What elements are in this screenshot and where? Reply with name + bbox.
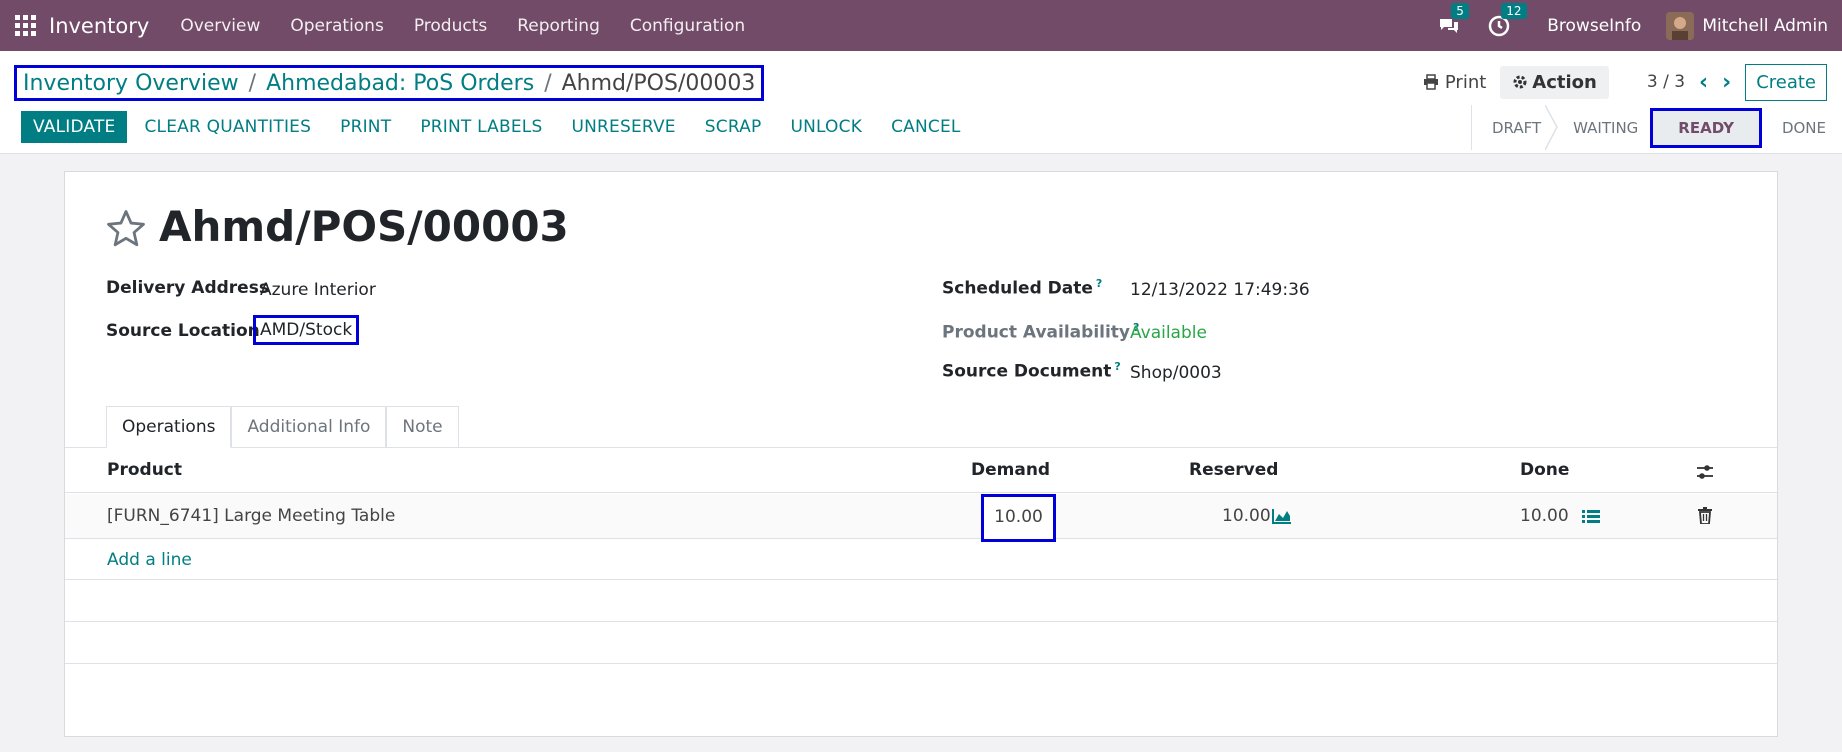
source-document-label: Source Document?: [942, 360, 1121, 382]
clear-quantities-button[interactable]: CLEAR QUANTITIES: [144, 117, 311, 137]
pager-next-icon[interactable]: ›: [1722, 70, 1731, 95]
column-demand[interactable]: Demand: [971, 460, 1050, 480]
table-row[interactable]: [FURN_6741] Large Meeting Table 10.00 10…: [65, 494, 1777, 542]
breadcrumb-inventory-overview[interactable]: Inventory Overview: [23, 71, 239, 96]
detailed-operations-icon[interactable]: [1582, 509, 1600, 524]
pager-previous-icon[interactable]: ‹: [1699, 70, 1708, 95]
menu-configuration[interactable]: Configuration: [630, 16, 745, 36]
action-dropdown[interactable]: Action: [1500, 65, 1609, 99]
stage-done: DONE: [1781, 118, 1826, 137]
row-reserved: 10.00: [1222, 506, 1271, 526]
breadcrumb: Inventory Overview / Ahmedabad: PoS Orde…: [14, 65, 765, 101]
delivery-address-value[interactable]: Azure Interior: [260, 280, 376, 300]
validate-button[interactable]: VALIDATE: [21, 111, 128, 143]
breadcrumb-current: Ahmd/POS/00003: [561, 70, 756, 96]
unreserve-button[interactable]: UNRESERVE: [571, 117, 675, 137]
print-labels-button[interactable]: PRINT LABELS: [420, 117, 542, 137]
record-title: Ahmd/POS/00003: [159, 202, 569, 251]
menu-operations[interactable]: Operations: [290, 16, 383, 36]
create-button[interactable]: Create: [1745, 63, 1827, 101]
menu-reporting[interactable]: Reporting: [517, 16, 600, 36]
help-icon[interactable]: ?: [1114, 360, 1120, 373]
operations-table-header: Product Demand Reserved Done: [65, 448, 1777, 493]
action-label: Action: [1532, 71, 1597, 93]
menu-overview[interactable]: Overview: [180, 16, 260, 36]
scheduled-date-value[interactable]: 12/13/2022 17:49:36: [1130, 280, 1310, 300]
avatar[interactable]: [1666, 11, 1695, 40]
source-document-value[interactable]: Shop/0003: [1130, 363, 1222, 383]
product-availability-value: Available: [1130, 323, 1207, 343]
printer-icon: [1423, 74, 1438, 90]
add-a-line-link[interactable]: Add a line: [107, 550, 192, 570]
scheduled-date-label: Scheduled Date?: [942, 277, 1103, 299]
tab-note[interactable]: Note: [386, 406, 459, 448]
menu-products[interactable]: Products: [414, 16, 487, 36]
gear-icon: [1513, 75, 1527, 89]
print-button[interactable]: PRINT: [340, 117, 391, 137]
row-done[interactable]: 10.00: [1520, 506, 1569, 526]
user-menu[interactable]: Mitchell Admin: [1702, 16, 1828, 36]
pager-value[interactable]: 3 / 3: [1647, 72, 1685, 92]
messages-badge: 5: [1451, 2, 1469, 19]
source-location-value[interactable]: AMD/Stock: [253, 315, 360, 345]
control-panel: Inventory Overview / Ahmedabad: PoS Orde…: [0, 51, 1842, 154]
stage-waiting: WAITING: [1573, 118, 1639, 137]
row-product[interactable]: [FURN_6741] Large Meeting Table: [107, 506, 395, 526]
tab-additional-info[interactable]: Additional Info: [231, 406, 387, 448]
row-demand[interactable]: 10.00: [981, 494, 1056, 542]
top-navbar: Inventory Overview Operations Products R…: [0, 0, 1842, 51]
company-switcher[interactable]: BrowseInfo: [1547, 16, 1641, 36]
forecast-chart-icon[interactable]: [1272, 508, 1292, 524]
app-menu-icon[interactable]: [15, 14, 37, 37]
optional-columns-icon[interactable]: [1696, 464, 1714, 480]
column-done[interactable]: Done: [1520, 460, 1569, 480]
trash-icon[interactable]: [1698, 507, 1712, 524]
product-availability-label: Product Availability?: [942, 321, 1140, 343]
column-product[interactable]: Product: [107, 460, 182, 480]
print-label: Print: [1444, 71, 1487, 93]
breadcrumb-separator: /: [248, 70, 257, 96]
stage-ready: READY: [1650, 107, 1762, 148]
form-sheet: Ahmd/POS/00003 Delivery Address Azure In…: [64, 171, 1778, 737]
tab-operations[interactable]: Operations: [106, 406, 232, 448]
activities-icon[interactable]: 12: [1487, 2, 1527, 38]
column-reserved[interactable]: Reserved: [1189, 460, 1278, 480]
unlock-button[interactable]: UNLOCK: [790, 117, 862, 137]
breadcrumb-separator: /: [544, 70, 552, 96]
delivery-address-label: Delivery Address: [106, 278, 269, 298]
app-name[interactable]: Inventory: [49, 14, 149, 38]
stage-draft: DRAFT: [1472, 105, 1559, 150]
status-bar: DRAFT WAITING READY DONE: [1471, 105, 1842, 150]
favorite-star-icon[interactable]: [105, 208, 147, 250]
scrap-button[interactable]: SCRAP: [705, 117, 762, 137]
print-dropdown[interactable]: Print: [1423, 72, 1486, 93]
source-location-label: Source Location: [106, 321, 260, 341]
messages-icon[interactable]: 5: [1437, 2, 1469, 38]
help-icon[interactable]: ?: [1096, 277, 1102, 290]
cancel-button[interactable]: CANCEL: [891, 117, 961, 137]
activities-badge: 12: [1501, 2, 1527, 19]
breadcrumb-pos-orders[interactable]: Ahmedabad: PoS Orders: [266, 71, 534, 96]
